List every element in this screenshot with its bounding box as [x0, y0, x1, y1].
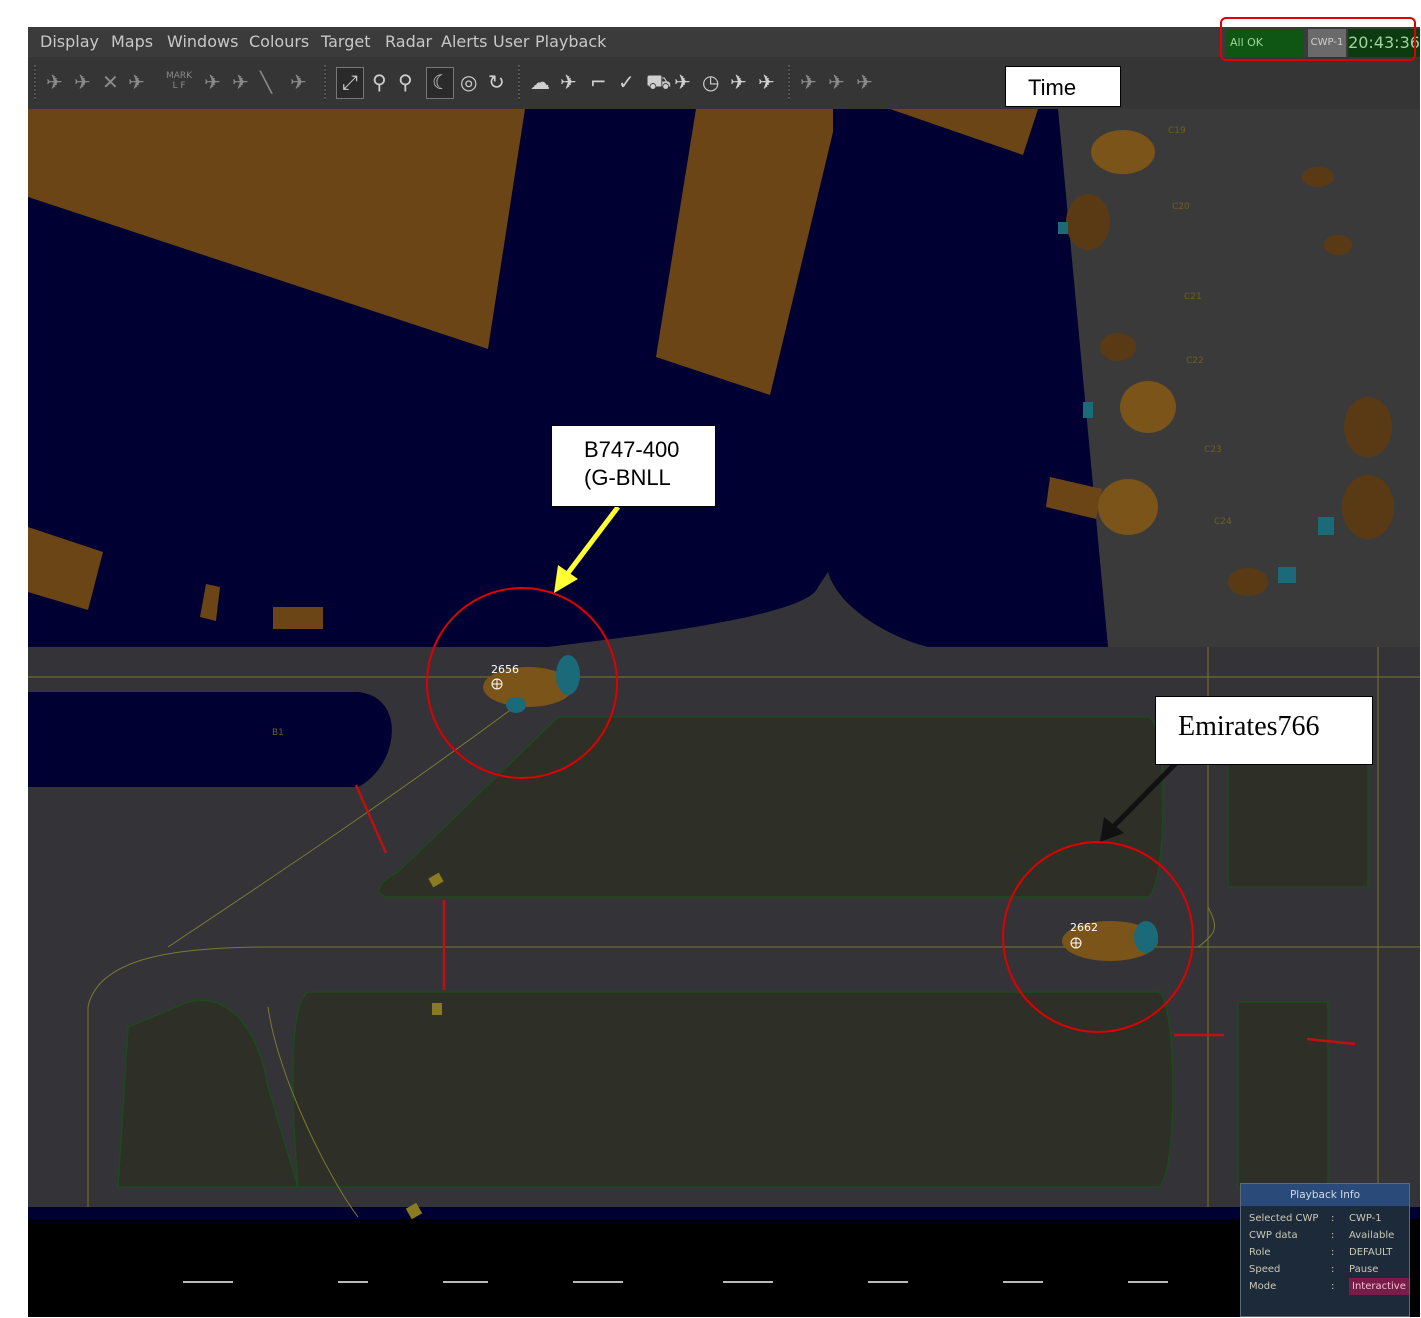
playback-row-role: Role : DEFAULT: [1241, 1244, 1409, 1261]
menu-maps[interactable]: Maps: [111, 32, 153, 51]
zoom-in-icon[interactable]: ⚲: [398, 69, 413, 95]
vehicle-icon[interactable]: ⛟: [646, 69, 671, 95]
stand-apron: [1058, 109, 1420, 647]
playback-colon: :: [1331, 1247, 1335, 1258]
stand-label-c21: C21: [1184, 292, 1202, 302]
toolbar: ✈ ✈ ✕ ✈ MARK L F ✈ ✈ ╲ ✈ ⤢ ⚲ ⚲ ☾ ◎ ↻ ☁ ✈…: [28, 57, 1420, 109]
playback-colon: :: [1331, 1230, 1335, 1241]
mark-plus-icon[interactable]: ✈: [856, 69, 873, 95]
jet-alt-icon[interactable]: ✈: [758, 69, 775, 95]
checkmark-icon[interactable]: ✓: [618, 69, 635, 95]
radar-display: B1 C19 C20 C21 C22 C23 C24 2656 2662 Dis…: [28, 27, 1420, 1317]
stand-label-c23: C23: [1204, 445, 1222, 455]
plane-b-icon[interactable]: ✈: [232, 69, 249, 95]
playback-value: CWP-1: [1349, 1213, 1382, 1224]
playback-row-mode: Mode : Interactive: [1241, 1278, 1409, 1295]
search-plane-icon[interactable]: ✈: [674, 69, 691, 95]
playback-mode-value[interactable]: Interactive: [1349, 1278, 1409, 1295]
playback-key: Role: [1249, 1247, 1271, 1258]
mark-label-top: MARK: [166, 71, 193, 81]
menu-user[interactable]: User: [493, 32, 529, 51]
playback-key: Selected CWP: [1249, 1213, 1319, 1224]
water-lobe: [28, 692, 392, 787]
weather-icon[interactable]: ☁: [530, 69, 550, 95]
playback-row-selected-cwp: Selected CWP : CWP-1: [1241, 1210, 1409, 1227]
stand-label-c22: C22: [1186, 356, 1204, 366]
b747-callout-line2: (G-BNLL: [584, 465, 671, 490]
toolbar-separator: [324, 65, 326, 101]
clock-icon[interactable]: ◷: [702, 69, 719, 95]
grass-island-2: [292, 991, 1174, 1188]
b747-callout-line1: B747-400: [584, 437, 680, 462]
toolbar-separator: [788, 65, 790, 101]
moon-glyph-icon: ☾: [432, 70, 450, 94]
playback-key: CWP data: [1249, 1230, 1298, 1241]
playback-value: DEFAULT: [1349, 1247, 1393, 1258]
toolbar-separator: [518, 65, 520, 101]
plane-c-icon[interactable]: ✈: [290, 69, 307, 95]
menu-playback[interactable]: Playback: [535, 32, 606, 51]
stand-label-b1: B1: [272, 728, 284, 738]
menu-display[interactable]: Display: [40, 32, 99, 51]
playback-key: Mode: [1249, 1281, 1277, 1292]
refresh-icon[interactable]: ↻: [488, 69, 505, 95]
only-icon[interactable]: ✈: [828, 69, 845, 95]
plane-a-icon[interactable]: ✈: [204, 69, 221, 95]
jet-icon[interactable]: ✈: [730, 69, 747, 95]
radar-circle-icon[interactable]: ◎: [460, 69, 477, 95]
playback-row-cwp-data: CWP data : Available: [1241, 1227, 1409, 1244]
playback-row-speed: Speed : Pause: [1241, 1261, 1409, 1278]
playback-key: Speed: [1249, 1264, 1281, 1275]
cross-plane-icon[interactable]: ✕: [102, 69, 119, 95]
grass-island-5: [1237, 1001, 1329, 1188]
playback-colon: :: [1331, 1213, 1335, 1224]
stand-label-c24: C24: [1214, 517, 1232, 527]
track-icon[interactable]: ✈: [46, 69, 63, 95]
playback-colon: :: [1331, 1281, 1335, 1292]
emirates-callout: Emirates766: [1155, 696, 1373, 765]
menu-bar: Display Maps Windows Colours Target Rada…: [28, 27, 1420, 57]
boot-icon[interactable]: ⌐: [590, 69, 607, 95]
time-callout: Time: [1005, 66, 1121, 107]
pin-glyph-icon: ⤢: [342, 70, 358, 94]
aircraft-target-2662[interactable]: 2662: [1062, 921, 1158, 961]
plane-zero-icon[interactable]: ✈: [560, 69, 577, 95]
mark-icon[interactable]: MARK L F: [166, 71, 192, 91]
zoom-out-icon[interactable]: ⚲: [372, 69, 387, 95]
playback-info-panel: Playback Info Selected CWP : CWP-1 CWP d…: [1240, 1183, 1410, 1317]
menu-colours[interactable]: Colours: [249, 32, 309, 51]
stand-label-c20: C20: [1172, 202, 1190, 212]
runway-strip: [28, 1219, 1420, 1317]
mark-label-bottom: L F: [172, 81, 186, 91]
playback-value: Available: [1349, 1230, 1395, 1241]
playback-value: Pause: [1349, 1264, 1379, 1275]
target-label-2662[interactable]: 2662: [1070, 921, 1098, 934]
b747-callout: B747-400 (G-BNLL: [551, 425, 716, 507]
runway-icon[interactable]: ╲: [260, 69, 272, 95]
playback-colon: :: [1331, 1264, 1335, 1275]
playback-info-title: Playback Info: [1241, 1184, 1409, 1206]
target-label-2656[interactable]: 2656: [491, 663, 519, 676]
menu-radar[interactable]: Radar: [385, 32, 432, 51]
aircraft-psr-icon[interactable]: ✈: [74, 69, 91, 95]
menu-alerts[interactable]: Alerts: [441, 32, 487, 51]
plane-mark-icon[interactable]: ✈: [800, 69, 817, 95]
time-highlight-box: [1220, 17, 1416, 61]
menu-windows[interactable]: Windows: [167, 32, 238, 51]
menu-target[interactable]: Target: [321, 32, 371, 51]
toolbar-separator: [34, 65, 36, 101]
label-plane-icon[interactable]: ✈: [128, 69, 145, 95]
airport-map[interactable]: B1 C19 C20 C21 C22 C23 C24 2656 2662: [28, 27, 1420, 1317]
stand-label-c19: C19: [1168, 126, 1186, 136]
